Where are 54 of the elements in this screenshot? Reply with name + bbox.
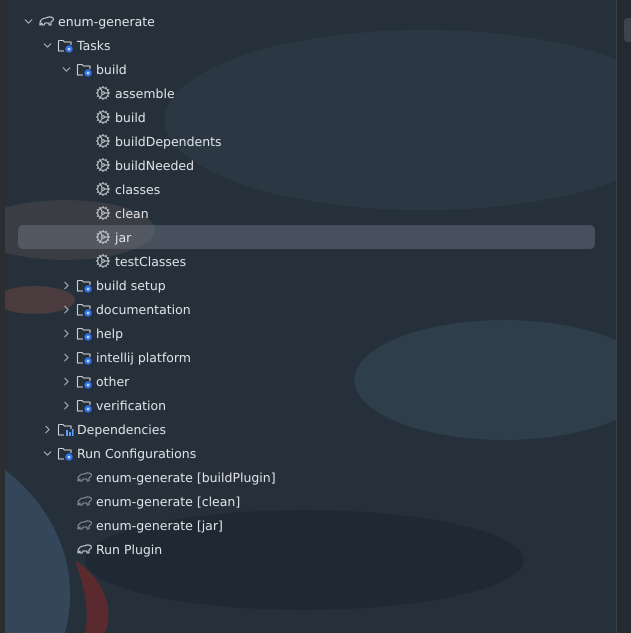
tree-label: classes: [115, 182, 160, 196]
tree-row[interactable]: buildDependents: [18, 129, 595, 153]
tree-label: Run Configurations: [77, 446, 196, 460]
tree-row[interactable]: buildNeeded: [18, 153, 595, 177]
tree-label: enum-generate [buildPlugin]: [96, 470, 276, 484]
tree-label: help: [96, 326, 124, 340]
tree-row[interactable]: Dependencies: [18, 417, 595, 441]
tree-label: verification: [96, 398, 166, 412]
gear-icon: [95, 84, 111, 100]
gear-icon: [95, 108, 111, 124]
tree-label: enum-generate: [58, 14, 155, 28]
tree-row[interactable]: enum-generate: [18, 9, 595, 33]
tree-label: clean: [115, 206, 149, 220]
tree-label: enum-generate [clean]: [96, 494, 240, 508]
tree-label: build: [115, 110, 146, 124]
gear-icon: [95, 252, 111, 268]
tree-row[interactable]: documentation: [18, 297, 595, 321]
tree-row[interactable]: other: [18, 369, 595, 393]
tree-row[interactable]: Run Configurations: [18, 441, 595, 465]
tree-row[interactable]: classes: [18, 177, 595, 201]
gear-icon: [95, 204, 111, 220]
tree-label: build setup: [96, 278, 166, 292]
tree-row[interactable]: build: [18, 57, 595, 81]
tree-label: intellij platform: [96, 350, 191, 364]
tree-row[interactable]: intellij platform: [18, 345, 595, 369]
tree-row[interactable]: testClasses: [18, 249, 595, 273]
tree-label: buildNeeded: [115, 158, 194, 172]
tree-label: Tasks: [77, 38, 110, 52]
tree-label: jar: [115, 230, 132, 244]
tree-row[interactable]: enum-generate [jar]: [18, 513, 595, 537]
gear-icon: [95, 132, 111, 148]
tree-label: buildDependents: [115, 134, 222, 148]
tree-row[interactable]: Run Plugin: [18, 537, 595, 561]
tree-row[interactable]: Tasks: [18, 33, 595, 57]
tree-label: Run Plugin: [96, 542, 162, 556]
tree-row[interactable]: build setup: [18, 273, 595, 297]
tree-row[interactable]: assemble: [18, 81, 595, 105]
tree-label: assemble: [115, 86, 175, 100]
tree-row[interactable]: enum-generate [clean]: [18, 489, 595, 513]
tree-row[interactable]: build: [18, 105, 595, 129]
tree-label: enum-generate [jar]: [96, 518, 223, 532]
tree-label: documentation: [96, 302, 191, 316]
tree-row[interactable]: jar: [18, 225, 595, 249]
gear-icon: [95, 228, 111, 244]
tree-label: testClasses: [115, 254, 186, 268]
tree-row[interactable]: help: [18, 321, 595, 345]
tree-row[interactable]: enum-generate [buildPlugin]: [18, 465, 595, 489]
tree-row[interactable]: verification: [18, 393, 595, 417]
tree-row[interactable]: clean: [18, 201, 595, 225]
gear-icon: [95, 180, 111, 196]
tree-label: build: [96, 62, 127, 76]
gear-icon: [95, 156, 111, 172]
tree-label: other: [96, 374, 130, 388]
tree-label: Dependencies: [77, 422, 166, 436]
